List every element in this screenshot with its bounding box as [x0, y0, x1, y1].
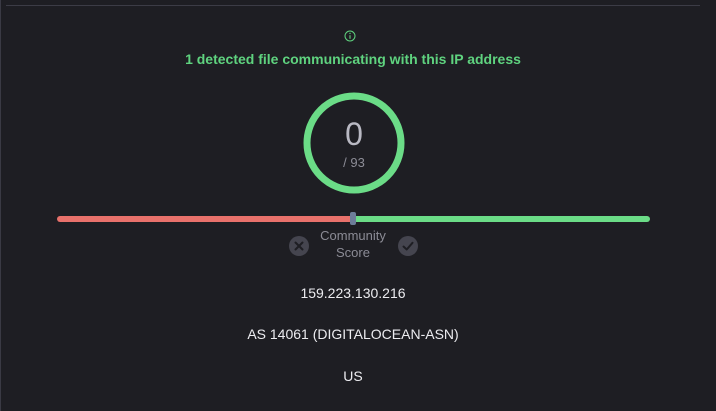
- detection-message: 1 detected file communicating with this …: [185, 51, 521, 67]
- community-label-line2: Score: [336, 245, 370, 260]
- community-bar-negative: [57, 216, 355, 222]
- vote-harmless-button[interactable]: [398, 236, 418, 256]
- country-code: US: [343, 368, 363, 384]
- info-icon[interactable]: [344, 30, 356, 42]
- asn-info: AS 14061 (DIGITALOCEAN-ASN): [247, 326, 459, 342]
- community-score-label: Community Score: [305, 227, 401, 261]
- community-bar-marker: [350, 212, 356, 225]
- score-value: 0: [345, 116, 363, 152]
- ip-address: 159.223.130.216: [300, 285, 406, 301]
- ip-report-panel: 1 detected file communicating with this …: [0, 0, 716, 411]
- community-bar-positive: [353, 216, 650, 222]
- panel-top-border: [6, 5, 700, 6]
- community-label-line1: Community: [320, 228, 386, 243]
- check-icon: [402, 241, 414, 251]
- score-total: / 93: [343, 155, 365, 170]
